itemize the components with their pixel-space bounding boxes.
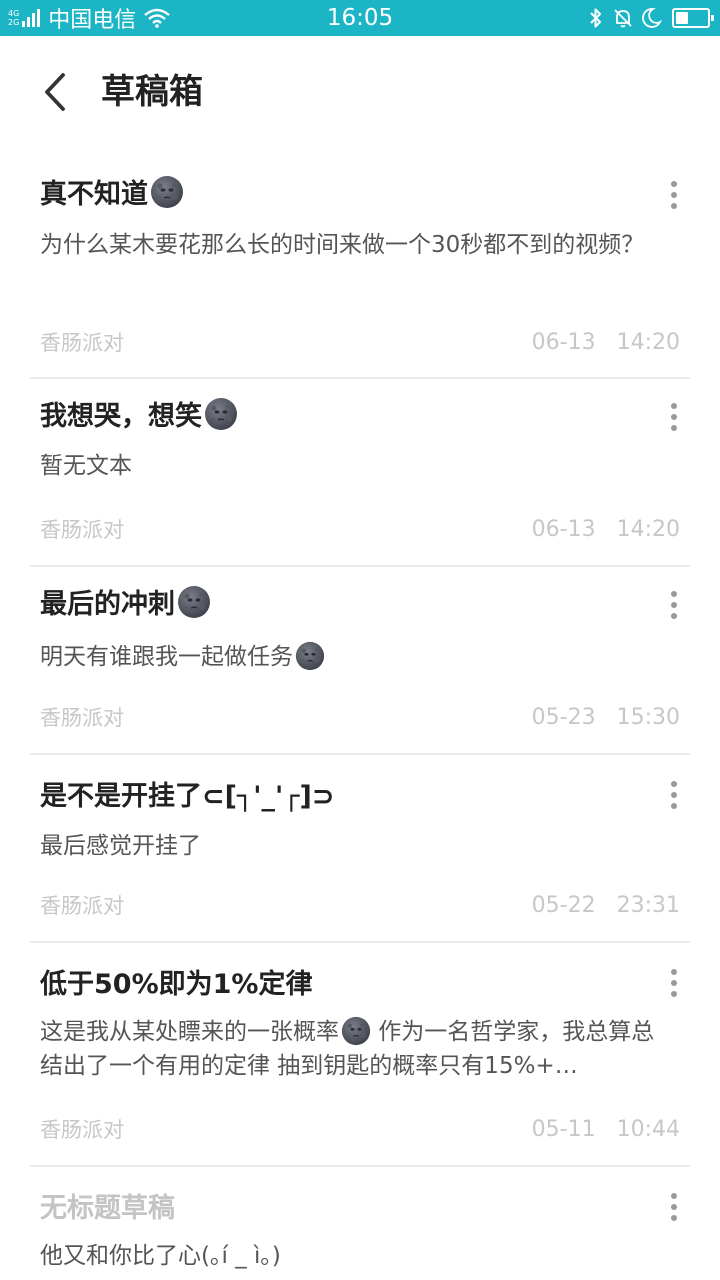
more-vertical-icon (671, 969, 677, 997)
draft-timestamp: 05-23 15:30 (531, 705, 680, 730)
more-options-button[interactable] (660, 585, 688, 625)
draft-item[interactable]: 最后的冲刺 明天有谁跟我一起做任务 香肠派对 05-23 15:30 (30, 567, 690, 755)
chevron-left-icon (45, 73, 65, 111)
page-title: 草稿箱 (101, 72, 203, 112)
more-vertical-icon (671, 591, 677, 619)
new-moon-face-icon (204, 397, 238, 431)
draft-body: 暂无文本 (40, 453, 132, 479)
new-moon-face-icon (295, 641, 325, 671)
draft-timestamp: 05-22 23:31 (531, 893, 680, 918)
draft-title: 是不是开挂了⊂[┐'_'┌]⊃ (40, 781, 335, 812)
draft-item[interactable]: 真不知道 为什么某木要花那么长的时间来做一个30秒都不到的视频？ 香肠派对 06… (30, 148, 690, 379)
notifications-muted-icon (614, 9, 632, 28)
new-moon-face-icon (150, 175, 184, 209)
new-moon-face-icon (341, 1016, 371, 1046)
more-vertical-icon (671, 403, 677, 431)
more-vertical-icon (671, 181, 677, 209)
bluetooth-icon (590, 8, 601, 28)
draft-timestamp: 06-13 14:20 (531, 517, 680, 542)
draft-title: 低于50%即为1%定律 (40, 969, 313, 1000)
more-options-button[interactable] (660, 963, 688, 1003)
draft-list: 真不知道 为什么某木要花那么长的时间来做一个30秒都不到的视频？ 香肠派对 06… (0, 148, 720, 1280)
more-vertical-icon (671, 1193, 677, 1221)
battery-icon (672, 8, 714, 28)
draft-body: 他又和你比了心(｡í _ ì｡) (40, 1243, 281, 1269)
draft-source: 香肠派对 (40, 894, 124, 918)
draft-body: 为什么某木要花那么长的时间来做一个30秒都不到的视频？ (40, 232, 645, 258)
do-not-disturb-moon-icon (642, 8, 662, 28)
draft-source: 香肠派对 (40, 1118, 124, 1142)
draft-timestamp: 06-13 14:20 (531, 330, 680, 355)
draft-body: 最后感觉开挂了 (40, 833, 201, 859)
app-header: 草稿箱 (0, 36, 720, 148)
draft-body: 明天有谁跟我一起做任务 (40, 640, 670, 674)
draft-body: 这是我从某处瞟来的一张概率 作为一名哲学家，我总算总结出了一个有用的定律 抽到钥… (40, 1015, 670, 1083)
draft-source: 香肠派对 (40, 706, 124, 730)
draft-item[interactable]: 无标题草稿 他又和你比了心(｡í _ ì｡) (30, 1167, 690, 1280)
more-vertical-icon (671, 781, 677, 809)
draft-item[interactable]: 我想哭，想笑 暂无文本 香肠派对 06-13 14:20 (30, 379, 690, 567)
more-options-button[interactable] (660, 175, 688, 215)
draft-source: 香肠派对 (40, 331, 124, 355)
draft-title: 无标题草稿 (40, 1193, 175, 1224)
draft-timestamp: 05-11 10:44 (531, 1117, 680, 1142)
more-options-button[interactable] (660, 775, 688, 815)
back-button[interactable] (30, 66, 80, 118)
status-bar: 4G 2G 中国电信 16:05 (0, 0, 720, 36)
draft-title: 我想哭，想笑 (40, 397, 238, 437)
draft-title: 最后的冲刺 (40, 585, 211, 625)
draft-title: 真不知道 (40, 175, 184, 215)
more-options-button[interactable] (660, 1187, 688, 1227)
new-moon-face-icon (177, 585, 211, 619)
draft-item[interactable]: 低于50%即为1%定律 这是我从某处瞟来的一张概率 作为一名哲学家，我总算总结出… (30, 943, 690, 1167)
more-options-button[interactable] (660, 397, 688, 437)
draft-source: 香肠派对 (40, 518, 124, 542)
draft-item[interactable]: 是不是开挂了⊂[┐'_'┌]⊃ 最后感觉开挂了 香肠派对 05-22 23:31 (30, 755, 690, 943)
